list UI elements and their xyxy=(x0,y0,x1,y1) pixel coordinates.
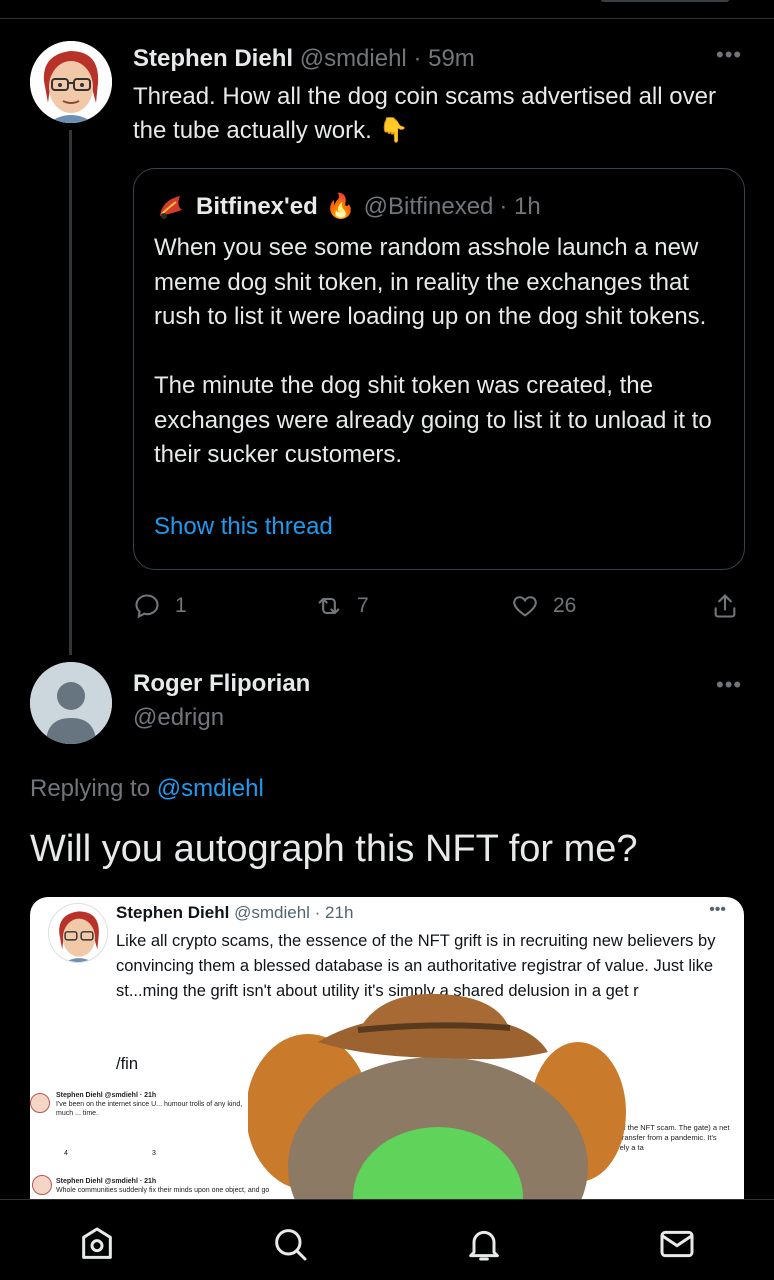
quoted-tweet-header: Bitfinex'ed 🔥 @Bitfinexed · 1h xyxy=(156,191,541,223)
share-button[interactable] xyxy=(711,592,753,620)
like-count: 26 xyxy=(553,594,577,617)
quoted-author-handle[interactable]: @Bitfinexed xyxy=(364,191,494,223)
mini-tweet-1-replies: 4 xyxy=(64,1150,68,1157)
default-avatar[interactable] xyxy=(30,662,112,744)
author-name[interactable]: Stephen Diehl xyxy=(133,45,293,72)
retweet-icon xyxy=(318,597,340,615)
media-avatar xyxy=(48,903,108,963)
retweet-count: 7 xyxy=(357,594,369,617)
messages-button[interactable] xyxy=(657,1224,697,1264)
cartoon-avatar-icon xyxy=(49,904,107,962)
notifications-icon xyxy=(469,1230,499,1261)
mini-tweet-1-retweets: 3 xyxy=(152,1150,156,1157)
thread-connector-line xyxy=(69,130,72,655)
replying-to: Replying to @smdiehl xyxy=(30,775,264,803)
media-author-name: Stephen Diehl xyxy=(116,903,230,922)
search-button[interactable] xyxy=(270,1224,310,1264)
fire-icon: 🔥 xyxy=(325,193,356,220)
default-profile-icon xyxy=(30,662,112,744)
tweet-media-image[interactable]: Stephen Diehl @smdiehl · 21h ••• Like al… xyxy=(30,897,744,1199)
author-handle[interactable]: @edrign xyxy=(133,704,224,732)
like-button[interactable]: 26 xyxy=(511,592,576,620)
search-icon xyxy=(275,1229,307,1261)
puppet-image xyxy=(248,993,626,1199)
show-thread-link[interactable]: Show this thread xyxy=(154,513,333,541)
media-fin-text: /fin xyxy=(116,1055,139,1073)
author-name[interactable]: Roger Fliporian xyxy=(133,670,310,698)
media-more-icon: ••• xyxy=(709,901,726,918)
mini-avatar xyxy=(32,1175,52,1195)
notifications-button[interactable] xyxy=(464,1224,504,1264)
quoted-author-name[interactable]: Bitfinex'ed xyxy=(196,191,318,223)
quoted-tweet-text: When you see some random asshole launch … xyxy=(154,234,712,468)
media-author-handle: @smdiehl · 21h xyxy=(234,903,354,922)
retweet-button[interactable]: 7 xyxy=(315,592,369,620)
cartoon-avatar-icon xyxy=(30,41,112,123)
messages-icon xyxy=(660,1230,694,1258)
mini-tweet-2-text: Whole communities suddenly fix their min… xyxy=(56,1187,270,1194)
home-icon xyxy=(82,1227,112,1259)
reply-button[interactable]: 1 xyxy=(133,592,187,620)
media-tweet-header: Stephen Diehl @smdiehl · 21h xyxy=(116,903,353,923)
more-options-icon[interactable]: ••• xyxy=(716,672,742,698)
reply-count: 1 xyxy=(175,594,187,617)
mini-tweet-2-header: Stephen Diehl @smdiehl · 21h xyxy=(56,1178,157,1185)
replying-to-mention[interactable]: @smdiehl xyxy=(157,775,264,802)
bottom-navigation xyxy=(0,1199,774,1280)
reply-icon xyxy=(135,594,159,619)
tweet-text: Thread. How all the dog coin scams adver… xyxy=(133,83,716,144)
replying-to-label: Replying to xyxy=(30,775,151,802)
top-scroll-indicator xyxy=(600,0,730,2)
tweet-header: Stephen Diehl @smdiehl · 59m xyxy=(133,44,475,74)
author-handle[interactable]: @smdiehl xyxy=(300,45,407,72)
tweet-actions: 1 7 26 xyxy=(133,590,745,624)
mini-tweet-1-text: I've been on the internet since U... hum… xyxy=(56,1101,243,1117)
quoted-tweet-time: · 1h xyxy=(499,193,541,220)
avatar[interactable] xyxy=(30,41,112,123)
mini-tweet-1-header: Stephen Diehl @smdiehl · 21h xyxy=(56,1092,157,1099)
share-icon xyxy=(714,594,736,618)
tweet-time: · 59m xyxy=(413,45,475,72)
mini-tweet-1: Stephen Diehl @smdiehl · 21h I've been o… xyxy=(56,1091,246,1118)
mini-avatar xyxy=(30,1093,50,1113)
tweet-text: Will you autograph this NFT for me? xyxy=(30,828,638,870)
home-button[interactable] xyxy=(77,1224,117,1264)
quoted-tweet[interactable]: Bitfinex'ed 🔥 @Bitfinexed · 1h When you … xyxy=(133,168,745,570)
more-options-icon[interactable]: ••• xyxy=(716,42,742,68)
top-divider xyxy=(0,18,774,19)
heart-icon xyxy=(513,596,537,617)
bitfinexed-avatar-icon xyxy=(160,196,182,219)
